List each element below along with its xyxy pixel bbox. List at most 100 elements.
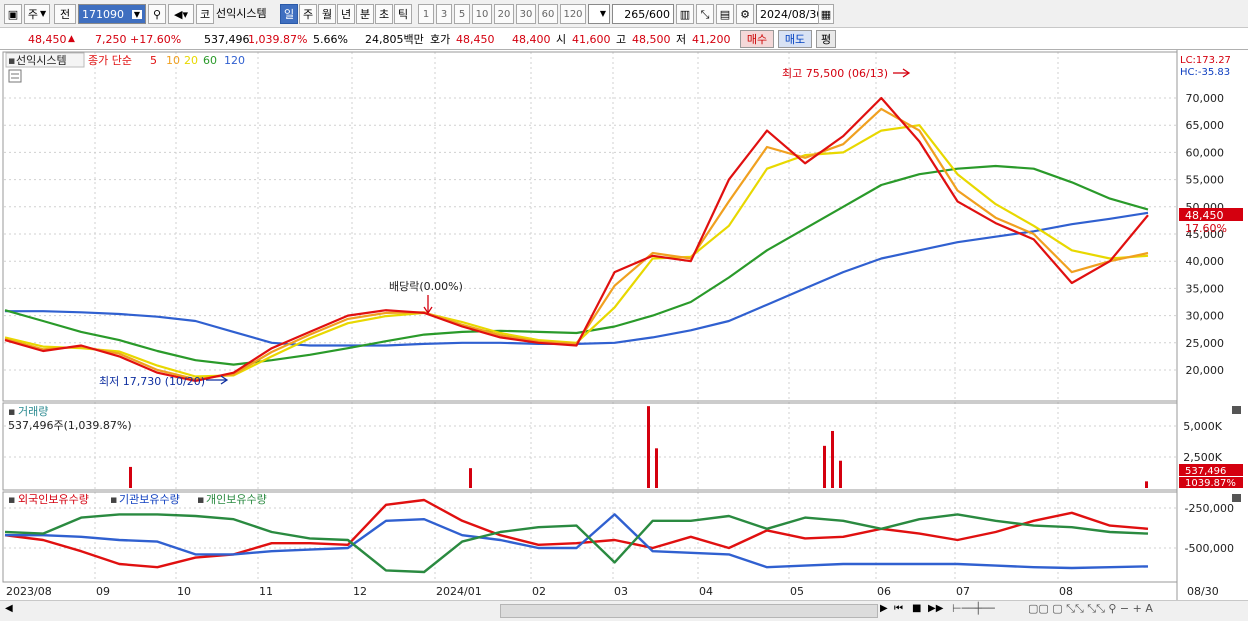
volume-current-tag-text: 537,496: [1185, 466, 1226, 477]
interval-button[interactable]: 30: [516, 4, 536, 24]
x-tick-label: 08: [1059, 585, 1073, 598]
search-icon[interactable]: ⚲: [148, 4, 166, 24]
chart-menu-icon[interactable]: ▣: [4, 4, 22, 24]
open-price: 41,600: [572, 32, 611, 46]
legend-ma10: 10: [166, 54, 180, 67]
prev-button[interactable]: 전: [54, 4, 76, 24]
stock-chart[interactable]: 20,00025,00030,00035,00040,00045,00050,0…: [0, 50, 1248, 600]
up-arrow-icon: ▲: [68, 34, 75, 44]
period-day-button[interactable]: 일: [280, 4, 298, 24]
market-label: 코: [196, 4, 214, 24]
price-tick-label: 35,000: [1186, 282, 1225, 295]
sell-button[interactable]: 매도: [778, 30, 812, 48]
period-week-button[interactable]: 주: [299, 4, 317, 24]
volume-spike-bar: [469, 468, 472, 488]
low-price: 41,200: [692, 32, 731, 46]
interval-custom-select[interactable]: ▼: [588, 4, 610, 24]
volume-panel-close-icon[interactable]: [1232, 406, 1241, 414]
chevron-down-icon: ▼: [39, 9, 47, 18]
x-tick-label: 12: [353, 585, 367, 598]
chevron-down-icon[interactable]: ▼: [131, 9, 142, 19]
holdings-panel-close-icon[interactable]: [1232, 494, 1241, 502]
interval-button[interactable]: 3: [436, 4, 452, 24]
scroll-left-icon[interactable]: ◀: [5, 603, 13, 614]
buy-button[interactable]: 매수: [740, 30, 774, 48]
legend-ma120: 120: [224, 54, 245, 67]
save-icon[interactable]: ▤: [716, 4, 734, 24]
period-second-button[interactable]: 초: [375, 4, 393, 24]
price-tick-label: 30,000: [1186, 310, 1225, 323]
stock-code-value: 171090: [82, 7, 124, 21]
low-annotation: 최저 17,730 (10/20): [99, 375, 205, 388]
volume-spike-bar: [831, 430, 834, 488]
stop-icon[interactable]: ■: [912, 603, 921, 614]
period-minute-button[interactable]: 분: [356, 4, 374, 24]
hc-label: HC:-35.83: [1180, 67, 1230, 78]
stock-code-input[interactable]: 171090 ▼: [78, 4, 146, 24]
current-pct-tag: 17.60%: [1185, 222, 1227, 235]
calendar-icon[interactable]: ▦: [818, 4, 834, 24]
holdings-tick-label: -500,000: [1185, 542, 1234, 555]
count-input[interactable]: 265/600: [612, 4, 674, 24]
interval-button[interactable]: 60: [538, 4, 558, 24]
price-tick-label: 65,000: [1186, 119, 1225, 132]
legend-ma20: 20: [184, 54, 198, 67]
volume-spike-bar: [647, 406, 650, 488]
price-tick-label: 55,000: [1186, 174, 1225, 187]
period-tick-button[interactable]: 틱: [394, 4, 412, 24]
line-tool-icon[interactable]: ⤡: [696, 4, 714, 24]
gear-icon[interactable]: ⚙: [736, 4, 754, 24]
x-tick-label: 02: [532, 585, 546, 598]
interval-button[interactable]: 5: [454, 4, 470, 24]
rewind-icon[interactable]: ⏮: [894, 603, 903, 614]
current-price-tag-text: 48,450: [1185, 209, 1224, 222]
eval-button[interactable]: 평: [816, 30, 836, 48]
candle-icon[interactable]: ▥: [676, 4, 694, 24]
volume-tick-label: 5,000K: [1183, 420, 1222, 433]
ask-price: 48,450: [456, 32, 495, 46]
volume-ratio: 1,039.87%: [248, 32, 308, 46]
x-tick-label: 11: [259, 585, 273, 598]
interval-button[interactable]: 120: [560, 4, 586, 24]
name-tag-marker: ▪: [8, 54, 15, 67]
sound-icon[interactable]: ◀▾: [168, 4, 194, 24]
x-tick-label: 07: [956, 585, 970, 598]
market-type-select[interactable]: 주 ▼: [24, 4, 50, 24]
stock-name-tag: 선익시스템: [16, 54, 67, 67]
holdings-marker: ▪: [8, 493, 15, 506]
x-tick-label: 09: [96, 585, 110, 598]
calculator-icon[interactable]: [8, 69, 22, 83]
tool-icons[interactable]: ▢▢ ▢ ⤡⤡ ⤡⤡ ⚲ − + A: [1028, 602, 1153, 616]
period-month-button[interactable]: 월: [318, 4, 336, 24]
low-label: 저: [676, 33, 687, 46]
count-total: /600: [645, 7, 670, 21]
volume-value: 537,496: [204, 32, 250, 46]
x-tick-label: 06: [877, 585, 891, 598]
interval-button[interactable]: 20: [494, 4, 514, 24]
count-value: 265: [624, 7, 646, 21]
legend-ma5: 5: [150, 54, 157, 67]
interval-button[interactable]: 10: [472, 4, 492, 24]
volume-spike-bar: [839, 460, 842, 488]
holdings-tick-label: -250,000: [1185, 502, 1234, 515]
x-tick-label: 2023/08: [6, 585, 52, 598]
zoom-slider-icon[interactable]: ⊢──┼──: [952, 602, 995, 615]
play-icon[interactable]: ▶▶: [928, 603, 943, 614]
price-tick-label: 25,000: [1186, 337, 1225, 350]
scroll-right-icon[interactable]: ▶: [880, 603, 888, 614]
volume-tick-label: 2,500K: [1183, 451, 1222, 464]
high-label: 고: [616, 33, 627, 46]
interval-button[interactable]: 1: [418, 4, 434, 24]
bottom-scrollbar[interactable]: ◀ ▶ ⏮ ■ ▶▶ ⊢──┼── ▢▢ ▢ ⤡⤡ ⤡⤡ ⚲ − + A: [0, 600, 1248, 621]
current-price: 48,450: [28, 32, 67, 46]
scroll-thumb[interactable]: [500, 604, 878, 618]
trade-amount: 24,805백만: [365, 33, 424, 46]
volume-marker: ▪: [8, 405, 15, 418]
turnover-pct: 5.66%: [313, 32, 348, 46]
legend-ma60: 60: [203, 54, 217, 67]
market-type-label: 주: [27, 8, 38, 21]
quote-info-bar: 48,450 ▲ 7,250 +17.60% 537,496 1,039.87%…: [0, 28, 1248, 50]
x-tick-label: 08/30: [1187, 585, 1219, 598]
high-price: 48,500: [632, 32, 671, 46]
period-year-button[interactable]: 년: [337, 4, 355, 24]
